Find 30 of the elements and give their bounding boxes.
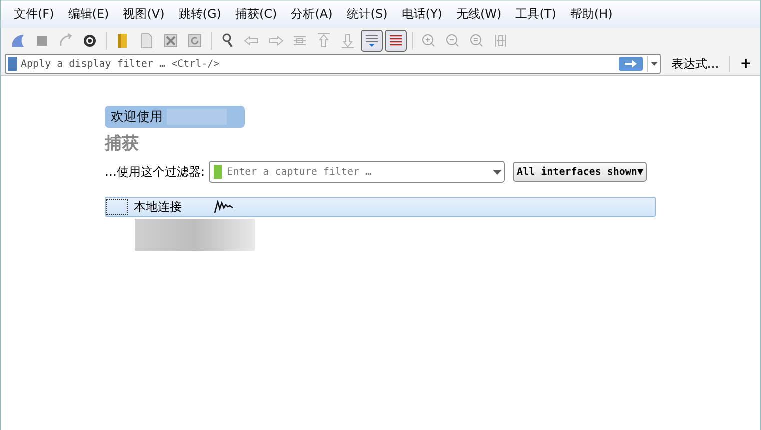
autoscroll-icon[interactable] [361, 30, 383, 52]
menu-item[interactable]: 编辑(E) [61, 6, 116, 23]
capture-heading: 捕获 [105, 133, 140, 155]
filter-label: …使用这个过滤器: [105, 164, 206, 180]
menu-item[interactable]: 分析(A) [284, 6, 340, 23]
display-filter-field[interactable]: Apply a display filter … <Ctrl-/> [5, 54, 662, 74]
add-filter-button[interactable]: + [736, 56, 756, 72]
checkbox[interactable] [106, 199, 128, 215]
interfaces-dropdown[interactable]: All interfaces shown▼ [513, 162, 648, 182]
bookmark-icon[interactable] [214, 165, 222, 179]
interface-row[interactable]: 本地连接 [105, 197, 656, 217]
menu-item[interactable]: 跳转(G) [172, 6, 228, 23]
placeholder-text: Enter a capture filter … [227, 166, 373, 178]
menu-item[interactable]: 帮助(H) [563, 6, 620, 23]
menu-item[interactable]: 无线(W) [449, 6, 509, 23]
menu-item[interactable]: 捕获(C) [228, 6, 284, 23]
placeholder-text: Apply a display filter … <Ctrl-/> [21, 58, 221, 70]
expression-button[interactable]: 表达式… [667, 56, 724, 72]
dropdown-icon[interactable] [647, 56, 660, 72]
welcome-title: 欢迎使用 [110, 109, 163, 126]
interface-name: 本地连接 [134, 198, 183, 216]
menu-item[interactable]: 电话(Y) [394, 6, 450, 23]
capture-filter-field[interactable]: Enter a capture filter … [209, 161, 506, 183]
menu-item[interactable]: 工具(T) [508, 6, 564, 23]
dropdown-icon[interactable] [490, 170, 504, 174]
menu-item[interactable]: 视图(V) [116, 6, 172, 23]
menu-item[interactable]: 文件(F) [7, 6, 62, 23]
menu-item[interactable]: 统计(S) [340, 6, 395, 23]
traffic-sparkline [214, 200, 236, 214]
list-lines-icon[interactable] [385, 30, 407, 52]
